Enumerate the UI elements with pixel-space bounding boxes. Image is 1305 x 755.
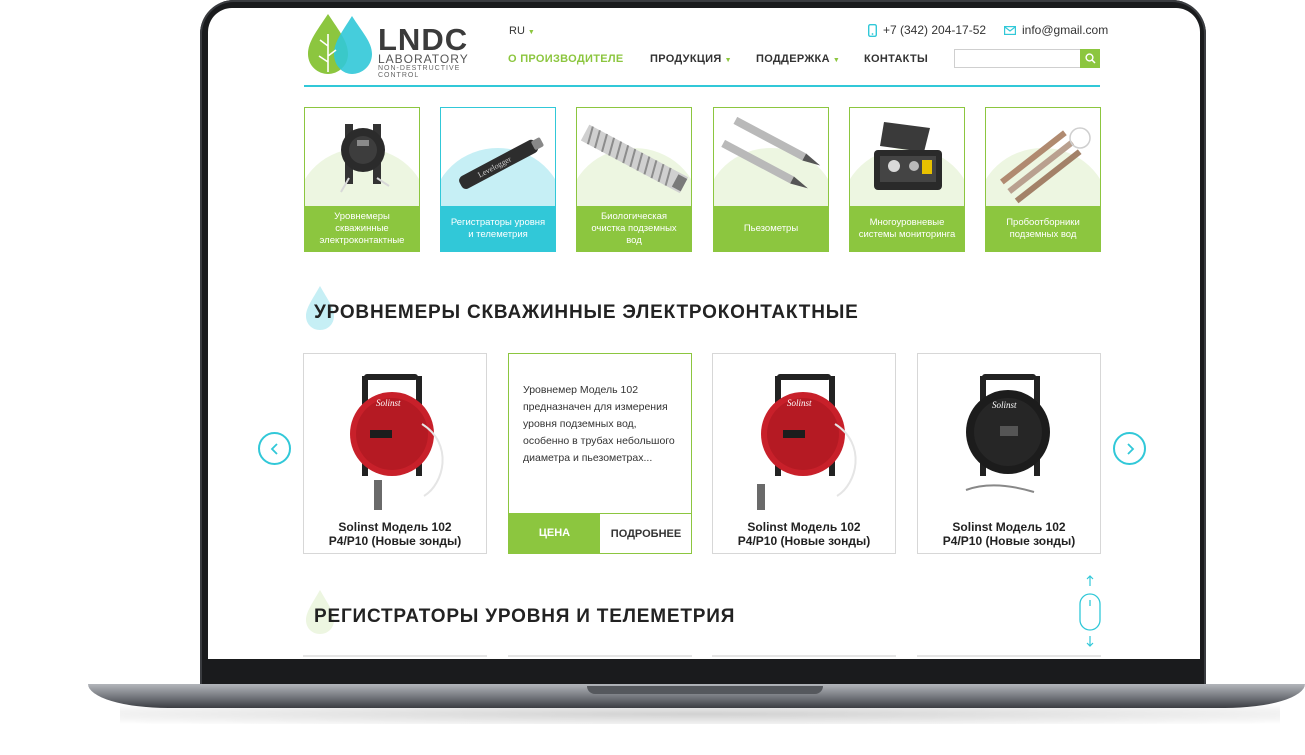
website-screen: LNDC LABORATORY NON-DESTRUCTIVE CONTROL … [208,8,1200,659]
next-card-edge [508,655,692,657]
category-label: Регистраторы уровня и телеметрия [441,206,555,251]
black-reel-icon: Solinst [965,374,1050,493]
scroll-mouse-icon [1079,575,1101,647]
nav-item-about[interactable]: О ПРОИЗВОДИТЕЛЕ [508,53,624,65]
phone-contact[interactable]: +7 (342) 204-17-52 [868,23,986,37]
carousel-prev-button[interactable] [258,432,291,465]
nav-label: ПОДДЕРЖКА [756,53,830,65]
chevron-down-icon: ▼ [832,57,841,64]
next-card-edge [303,655,487,657]
nav-label: КОНТАКТЫ [864,53,929,65]
logo[interactable]: LNDC LABORATORY NON-DESTRUCTIVE CONTROL [304,12,490,79]
category-tile-loggers[interactable]: Levelogger Регистраторы уровня и телемет… [440,107,556,252]
svg-text:Solinst: Solinst [992,400,1017,410]
price-button[interactable]: ЦЕНА [509,513,600,553]
category-image [577,108,691,251]
section-title: УРОВНЕМЕРЫ СКВАЖИННЫЕ ЭЛЕКТРОКОНТАКТНЫЕ [314,302,859,323]
carousel-next-button[interactable] [1113,432,1146,465]
product-card[interactable]: Solinst Solinst Модель 102 P4/P10 (Новые… [712,353,896,554]
product-card[interactable]: Solinst Solinst Модель 102 P4/P10 (Новые… [917,353,1101,554]
product-card-hover[interactable]: Уровнемер Модель 102 предназначен для из… [508,353,692,554]
mockup-stage: LNDC LABORATORY NON-DESTRUCTIVE CONTROL … [0,0,1305,755]
nav-label: О ПРОИЗВОДИТЕЛЕ [508,53,624,65]
chevron-right-icon [1126,442,1134,455]
next-card-edge [917,655,1101,657]
mail-icon [1004,25,1016,35]
sampler-icon [1000,127,1091,204]
svg-text:Solinst: Solinst [787,398,812,408]
category-tile-multilevel[interactable]: Многоуровневые системы мониторинга [849,107,965,252]
category-label: Биологическая очистка подземных вод [577,206,691,251]
details-button[interactable]: ПОДРОБНЕЕ [600,513,691,553]
email-contact[interactable]: info@gmail.com [1004,23,1108,37]
category-label: Уровнемеры скважинные электроконтактные [305,206,419,251]
svg-text:Solinst: Solinst [376,398,401,408]
nav-label: ПРОДУКЦИЯ [650,53,722,65]
product-description: Уровнемер Модель 102 предназначен для из… [523,384,675,464]
category-tile-bio-cleaning[interactable]: Биологическая очистка подземных вод [576,107,692,252]
chevron-left-icon [270,442,278,455]
red-reel-icon: Solinst [350,374,444,510]
cable-reel-icon [340,124,390,193]
red-reel-icon: Solinst [757,374,857,510]
nav-item-support[interactable]: ПОДДЕРЖКА ▼ [756,53,840,65]
chevron-down-icon: ▼ [724,57,732,64]
logo-tagline: NON-DESTRUCTIVE CONTROL [378,65,461,79]
category-tile-piezometers[interactable]: Пьезометры [713,107,829,252]
category-tile-samplers[interactable]: Пробоотборники подземных вод [985,107,1101,252]
category-label: Пьезометры [714,206,828,251]
product-title-line: P4/P10 (Новые зонды) [328,534,462,548]
product-title-line: Solinst Модель 102 [952,520,1066,534]
search-box [954,49,1100,69]
nav-item-products[interactable]: ПРОДУКЦИЯ ▼ [650,53,732,65]
category-tile-level-meters[interactable]: Уровнемеры скважинные электроконтактные [304,107,420,252]
header-divider [304,85,1100,87]
levelogger-icon: Levelogger [459,137,544,189]
language-switcher[interactable]: RU ▼ [509,25,535,37]
screen-pipe-icon [580,124,689,194]
phone-number: +7 (342) 204-17-52 [883,23,987,37]
chevron-down-icon: ▼ [527,29,535,36]
monitoring-case-icon [874,122,942,190]
logo-drops-icon [308,14,372,74]
category-image [850,108,964,251]
category-image [986,108,1100,251]
product-title: Solinst Модель 102 P4/P10 (Новые зонды) [304,520,486,548]
next-card-edge [712,655,896,657]
product-title-line: P4/P10 (Новые зонды) [942,534,1076,548]
email-address: info@gmail.com [1022,23,1109,37]
laptop-hinge-notch [587,686,823,694]
product-title: Solinst Модель 102 P4/P10 (Новые зонды) [713,520,895,548]
category-image: Levelogger [441,108,555,251]
product-card[interactable]: Solinst Solinst Модель 102 P4/P10 (Новые… [303,353,487,554]
category-label: Многоуровневые системы мониторинга [850,206,964,251]
product-title-line: P4/P10 (Новые зонды) [737,534,871,548]
phone-icon [868,23,877,37]
category-image [305,108,419,251]
search-button[interactable] [1080,49,1100,68]
product-title-line: Solinst Модель 102 [338,520,452,534]
piezometer-icon [721,116,821,189]
product-title: Solinst Модель 102 P4/P10 (Новые зонды) [918,520,1100,548]
logo-subtitle: LABORATORY [378,52,469,66]
category-label: Пробоотборники подземных вод [986,206,1100,251]
search-input[interactable] [955,51,1079,69]
search-icon [1084,53,1096,64]
section-title: РЕГИСТРАТОРЫ УРОВНЯ И ТЕЛЕМЕТРИЯ [314,606,736,627]
category-image [714,108,828,251]
product-title-line: Solinst Модель 102 [747,520,861,534]
nav-item-contacts[interactable]: КОНТАКТЫ [864,53,928,65]
language-label: RU [509,25,525,37]
